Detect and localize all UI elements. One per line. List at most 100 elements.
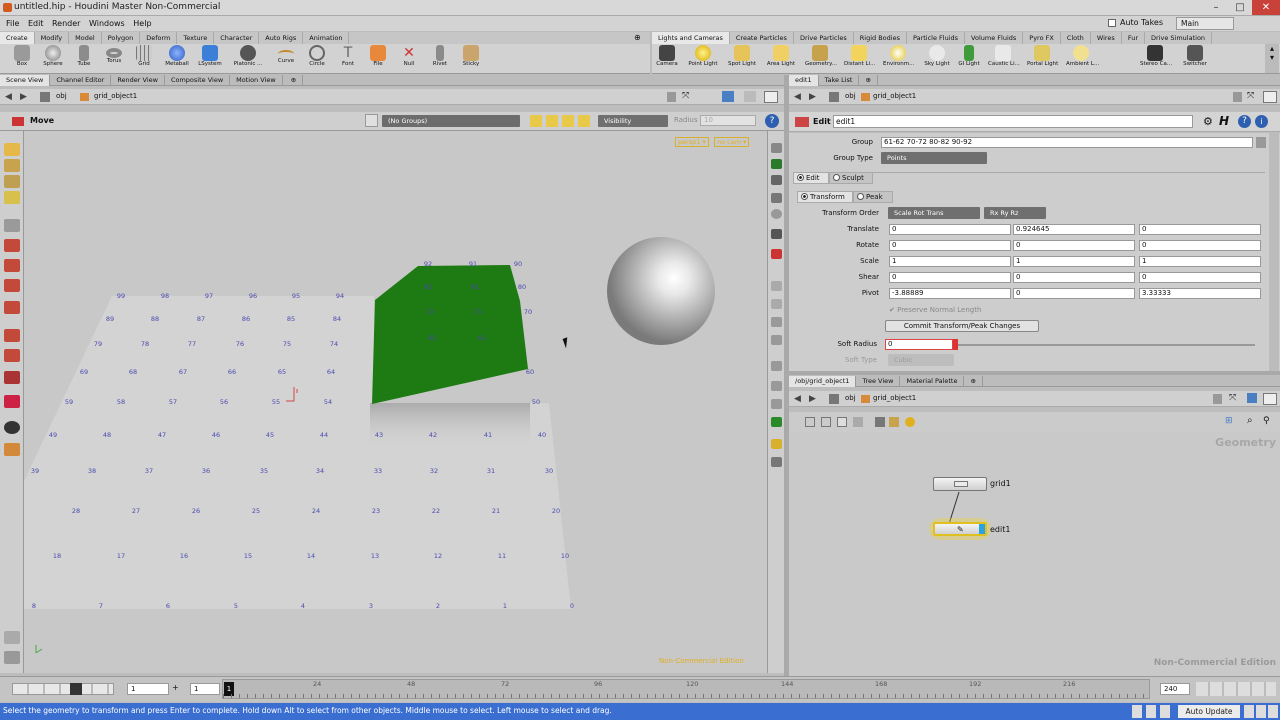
shelf-tab-rigid-bodies[interactable]: Rigid Bodies	[854, 32, 907, 44]
font-tool[interactable]: T Font	[333, 44, 363, 68]
snap-icon[interactable]	[4, 631, 20, 644]
shading-icon[interactable]	[771, 193, 782, 203]
soft-radius-slider[interactable]	[955, 344, 1255, 346]
prim-numbers-icon[interactable]	[771, 399, 782, 409]
network-type-icon[interactable]	[40, 92, 50, 102]
add-tab-icon[interactable]: ⊕	[859, 75, 878, 86]
box-tool[interactable]: Box	[7, 44, 37, 68]
grid-tool[interactable]: Grid	[129, 44, 159, 68]
raised-grid-section[interactable]	[372, 265, 528, 404]
pointer-icon[interactable]	[4, 219, 20, 232]
tab-motion-view[interactable]: Motion View	[230, 75, 283, 86]
timeline-options-icons[interactable]	[1196, 682, 1276, 696]
network-options-icon[interactable]	[1247, 393, 1257, 403]
gi-light-tool[interactable]: GI Light	[954, 44, 984, 68]
shelf-tab-modify[interactable]: Modify	[35, 32, 70, 44]
gear-icon[interactable]: ⚙	[1203, 115, 1213, 128]
grid-snap-icon[interactable]	[4, 651, 20, 664]
param-value-field[interactable]: 1	[889, 256, 1011, 267]
shelf-tab-particle-fluids[interactable]: Particle Fluids	[907, 32, 966, 44]
help-icon[interactable]: ?	[1238, 115, 1251, 128]
menu-help[interactable]: Help	[133, 16, 151, 31]
pin-icon[interactable]: ⤧	[682, 91, 689, 101]
sphere-tool[interactable]: Sphere	[38, 44, 68, 68]
tab-scene-view[interactable]: Scene View	[0, 75, 51, 86]
breadcrumb-obj[interactable]: obj	[845, 92, 856, 100]
param-value-field[interactable]: 0	[889, 240, 1011, 251]
circle-tool[interactable]: Circle	[302, 44, 332, 68]
select-component-icon[interactable]	[4, 175, 20, 188]
auto-update-dropdown[interactable]: Auto Update	[1178, 705, 1240, 718]
auto-takes-checkbox[interactable]	[1108, 19, 1116, 27]
grid-snap-icon[interactable]: ⊞	[1225, 416, 1233, 426]
wire-sphere-icon[interactable]	[771, 209, 782, 219]
shelf-tab-character[interactable]: Character	[214, 32, 260, 44]
current-frame-field[interactable]: 1	[127, 683, 169, 695]
zoom-icon[interactable]: ⚲	[1263, 416, 1270, 426]
sticky-note-icon[interactable]	[889, 417, 899, 427]
shelf-tab-fur[interactable]: Fur	[1122, 32, 1146, 44]
back-arrow-icon[interactable]: ◀	[5, 92, 12, 102]
shelf-tab-texture[interactable]: Texture	[177, 32, 215, 44]
pin-icon[interactable]: ⤧	[1229, 393, 1236, 403]
sticky-tool[interactable]: Sticky	[456, 44, 486, 68]
list-view-icon[interactable]	[853, 417, 863, 427]
mode-sculpt-tab[interactable]: Sculpt	[829, 172, 873, 184]
peak-subtab[interactable]: Peak	[853, 191, 893, 203]
scene-viewport[interactable]: 99 98 97 96 95 94 89 88 87 86 85 84 79 78 77 76 75 74 69 68…	[24, 131, 767, 673]
desktop-select[interactable]: Main	[1176, 17, 1234, 30]
ghost-icon[interactable]	[771, 159, 782, 169]
pose-icon[interactable]	[4, 329, 20, 342]
null-tool[interactable]: ✕ Null	[394, 44, 424, 68]
wireframe-icon[interactable]	[771, 229, 782, 239]
sky-light-tool[interactable]: Sky Light	[922, 44, 952, 68]
select-object-icon[interactable]	[4, 159, 20, 172]
pin-icon[interactable]: ⤧	[1247, 91, 1254, 101]
shelf-tab-volume-fluids[interactable]: Volume Fluids	[965, 32, 1024, 44]
shelf-tab-create[interactable]: Create	[0, 32, 35, 44]
selection-mode-icons[interactable]	[530, 115, 590, 127]
handle-icon[interactable]	[4, 301, 20, 314]
breadcrumb-obj[interactable]: obj	[845, 394, 856, 402]
shelf-tab-drive-particles[interactable]: Drive Particles	[794, 32, 854, 44]
shelf-tab-drive-simulation[interactable]: Drive Simulation	[1145, 32, 1213, 44]
metaball-tool[interactable]: Metaball	[162, 44, 192, 68]
soft-radius-slider-handle[interactable]	[953, 339, 958, 350]
param-value-field[interactable]: 0	[1139, 224, 1261, 235]
hscript-icon[interactable]: H	[1219, 114, 1229, 128]
transform-order-dropdown[interactable]: Scale Rot Trans	[888, 207, 980, 219]
magnet-icon[interactable]	[4, 371, 20, 384]
breadcrumb-grid-object[interactable]: grid_object1	[873, 394, 916, 402]
groups-dropdown[interactable]: (No Groups)	[382, 115, 520, 127]
pane-divider-horizontal[interactable]	[789, 371, 1280, 375]
network-editor[interactable]: Geometry grid1 ✎ edit1 Non-Commercial Ed…	[789, 432, 1280, 676]
network-type-icon[interactable]	[829, 394, 839, 404]
help-icon[interactable]: ?	[765, 114, 779, 128]
move-icon[interactable]	[4, 239, 20, 252]
param-value-field[interactable]: 0.924645	[1013, 224, 1135, 235]
tab-material-palette[interactable]: Material Palette	[900, 376, 965, 387]
param-value-field[interactable]: 0	[1013, 288, 1135, 299]
shelf-tab-model[interactable]: Model	[69, 32, 102, 44]
point-display-icon[interactable]	[771, 249, 782, 259]
frame-step-icon[interactable]: +	[172, 683, 184, 695]
node-name-field[interactable]: edit1	[833, 115, 1193, 128]
tab-take-list[interactable]: Take List	[819, 75, 860, 86]
param-value-field[interactable]: 0	[1139, 272, 1261, 283]
tab-composite-view[interactable]: Composite View	[165, 75, 231, 86]
shelf-menu-icon[interactable]: ⊕	[634, 33, 641, 42]
environment-light-tool[interactable]: Environm...	[883, 44, 914, 68]
layout-icon[interactable]	[805, 417, 815, 427]
breadcrumb-grid-object[interactable]: grid_object1	[873, 92, 916, 100]
switcher-tool[interactable]: Switcher	[1180, 44, 1210, 68]
camera-view-icon[interactable]	[4, 421, 20, 434]
sphere-object[interactable]	[607, 237, 715, 345]
shelf-tab-deform[interactable]: Deform	[140, 32, 178, 44]
param-value-field[interactable]: 0	[1013, 240, 1135, 251]
rotate-icon[interactable]	[4, 259, 20, 272]
ambient-light-tool[interactable]: Ambient L...	[1066, 44, 1099, 68]
maximize-pane-icon[interactable]	[1263, 91, 1277, 103]
point-numbers-icon[interactable]	[771, 299, 782, 309]
curve-tool[interactable]: Curve	[271, 44, 301, 65]
viewport-layout-icon[interactable]	[744, 91, 756, 102]
